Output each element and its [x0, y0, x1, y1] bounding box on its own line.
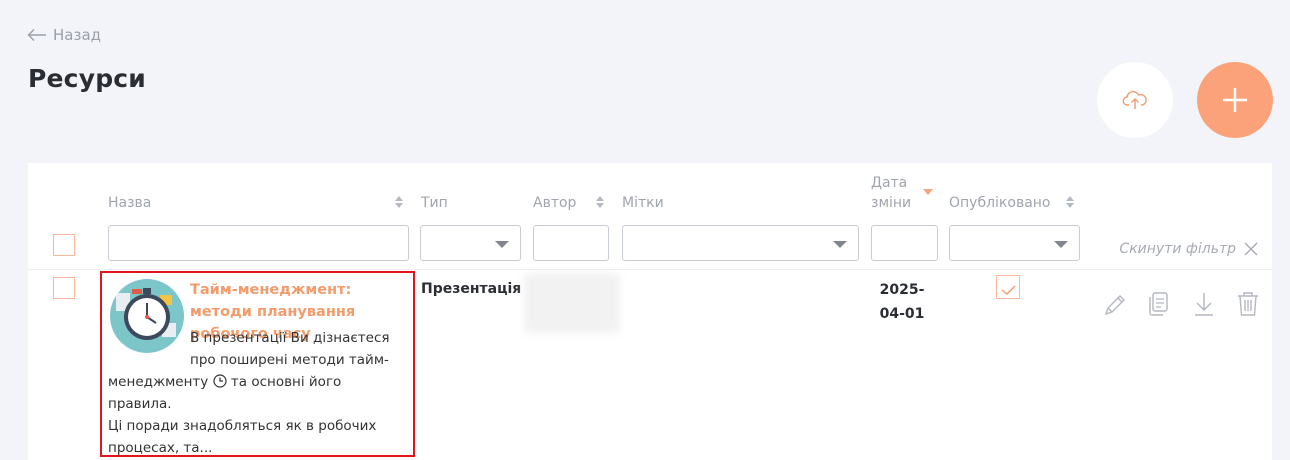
row-checkbox[interactable]: [53, 277, 75, 299]
column-header-date-line1: Дата: [871, 175, 908, 191]
sort-desc-icon[interactable]: [923, 189, 933, 196]
download-button[interactable]: [1191, 290, 1217, 318]
delete-button[interactable]: [1235, 290, 1261, 318]
resources-table: Назва Тип Автор Мітки Дата зміни Опублік…: [28, 163, 1272, 460]
resource-date-line2: 04-01: [879, 306, 925, 322]
name-filter-input[interactable]: [108, 225, 409, 261]
resource-date-line1: 2025-: [879, 282, 925, 298]
page-title: Ресурси: [28, 64, 147, 93]
sort-icon[interactable]: [1065, 195, 1075, 209]
column-header-name[interactable]: Назва: [108, 195, 151, 211]
reset-filter-button[interactable]: Скинути фільтр: [1119, 241, 1258, 257]
resource-description-more: Ці поради знадобляться як в робочих проц…: [108, 418, 377, 456]
author-avatar-blurred: [524, 273, 620, 333]
chevron-down-icon: [1054, 241, 1068, 248]
author-filter-input[interactable]: [533, 225, 609, 261]
copy-button[interactable]: [1145, 290, 1171, 318]
close-icon: [1244, 242, 1258, 256]
trash-icon: [1238, 292, 1258, 316]
header-divider: [28, 269, 1272, 270]
column-header-type[interactable]: Тип: [421, 195, 448, 211]
column-header-date-line2: зміни: [871, 195, 912, 211]
upload-button[interactable]: [1097, 62, 1173, 138]
column-header-author[interactable]: Автор: [533, 195, 576, 211]
sort-icon[interactable]: [394, 195, 404, 209]
published-checkbox[interactable]: [996, 275, 1020, 299]
resource-thumbnail: [110, 279, 184, 353]
sort-icon[interactable]: [595, 195, 605, 209]
published-filter-select[interactable]: [949, 225, 1080, 261]
reset-filter-label: Скинути фільтр: [1119, 241, 1236, 257]
date-filter-input[interactable]: [871, 225, 938, 261]
resource-type: Презентація: [421, 281, 522, 297]
arrow-left-icon: [27, 29, 46, 41]
resource-item[interactable]: Тайм-менеджмент: методи планування робоч…: [100, 271, 415, 457]
resource-description-line: менеджменту та основні його правила.: [108, 371, 408, 415]
plus-icon: [1223, 88, 1247, 112]
chevron-down-icon: [833, 241, 847, 248]
add-resource-button[interactable]: [1197, 62, 1273, 138]
checkmark-icon: [1001, 285, 1016, 295]
download-icon: [1195, 293, 1213, 316]
back-link[interactable]: Назад: [27, 26, 101, 44]
resource-description-part: менеджменту: [108, 374, 209, 390]
select-all-checkbox[interactable]: [53, 234, 75, 256]
tags-filter-select[interactable]: [622, 225, 859, 261]
resource-date: 2025- 04-01: [876, 278, 928, 326]
resource-description: В презентації Ви дізнаєтеся про поширені…: [190, 330, 390, 368]
edit-button[interactable]: [1102, 290, 1128, 318]
column-header-published[interactable]: Опубліковано: [949, 195, 1051, 211]
column-header-tags[interactable]: Мітки: [622, 195, 664, 211]
pencil-icon: [1104, 295, 1125, 316]
type-filter-select[interactable]: [420, 225, 521, 261]
column-header-date[interactable]: Дата зміни: [871, 173, 911, 213]
copy-icon: [1149, 292, 1168, 316]
back-label: Назад: [53, 26, 102, 44]
cloud-upload-icon: [1122, 90, 1147, 109]
clock-icon: [212, 374, 227, 388]
chevron-down-icon: [495, 241, 509, 248]
